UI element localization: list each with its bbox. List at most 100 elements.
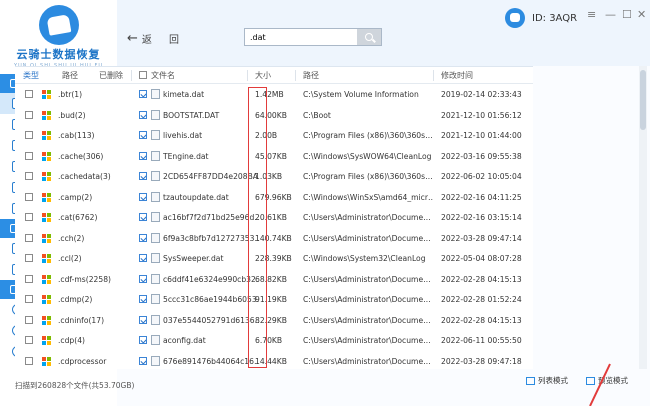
table-row[interactable]: .bud(2) BOOTSTAT.DAT 64.00KB C:\Boot 202…	[15, 105, 533, 126]
file-type-label: .ccl(2)	[58, 254, 82, 263]
scrollbar-thumb[interactable]	[640, 70, 646, 130]
file-type-label: .camp(2)	[58, 192, 93, 202]
minimize-icon[interactable]: —	[605, 8, 616, 21]
file-name: tzautoupdate.dat	[163, 192, 229, 202]
file-checkbox[interactable]	[139, 233, 147, 242]
file-type-icon	[42, 172, 51, 181]
file-type-label: .cab(113)	[58, 131, 95, 140]
type-checkbox[interactable]	[25, 233, 33, 242]
file-type-icon	[42, 151, 51, 161]
list-icon	[526, 376, 535, 385]
file-type-icon	[42, 90, 51, 99]
file-name: 2CD654FF87DD4e208BA…	[163, 172, 259, 181]
file-type-icon	[42, 356, 51, 366]
close-icon[interactable]: ✕	[637, 8, 646, 21]
user-id[interactable]: ID: 3AQR	[505, 8, 577, 28]
file-name: TEngine.dat	[163, 151, 209, 161]
file-checkbox[interactable]	[139, 336, 147, 344]
type-checkbox[interactable]	[25, 295, 33, 303]
modified-time: 2021-12-10 01:44:00	[441, 131, 522, 140]
file-path: C:\Users\Administrator\Docume…	[303, 356, 431, 366]
file-checkbox[interactable]	[139, 213, 147, 221]
menu-icon[interactable]: ≡	[587, 8, 596, 21]
file-checkbox[interactable]	[139, 295, 147, 303]
modified-time: 2021-12-10 01:56:12	[441, 110, 522, 120]
file-checkbox[interactable]	[139, 110, 147, 119]
file-icon	[151, 335, 160, 345]
type-checkbox[interactable]	[25, 110, 33, 119]
file-checkbox[interactable]	[139, 315, 147, 324]
table-row[interactable]: .cdprocessor 676e891476b44064c16… 14.44K…	[15, 351, 533, 370]
file-checkbox[interactable]	[139, 254, 147, 262]
type-checkbox[interactable]	[25, 131, 33, 139]
file-type-label: .bud(2)	[58, 110, 86, 120]
header-size[interactable]: 大小	[255, 70, 271, 81]
search-button[interactable]	[357, 29, 381, 45]
file-checkbox[interactable]	[139, 172, 147, 180]
scrollbar[interactable]	[639, 66, 647, 369]
table-row[interactable]: .camp(2) tzautoupdate.dat 679.96KB C:\Wi…	[15, 187, 533, 208]
file-path: C:\Windows\System32\CleanLog	[303, 254, 426, 263]
file-path: C:\System Volume Information	[303, 90, 419, 99]
file-checkbox[interactable]	[139, 274, 147, 283]
table-row[interactable]: .cdf-ms(2258) c6ddf41e6324e990cb32… 68.8…	[15, 269, 533, 290]
file-checkbox[interactable]	[139, 151, 147, 160]
header-modified-time[interactable]: 修改时间	[441, 70, 473, 81]
file-path: C:\Program Files (x86)\360\360s…	[303, 131, 433, 140]
type-checkbox[interactable]	[25, 192, 33, 201]
file-type-icon	[42, 254, 51, 263]
table-row[interactable]: .cache(306) TEngine.dat 45.07KB C:\Windo…	[15, 146, 533, 167]
header-filename[interactable]: 文件名	[151, 70, 175, 81]
file-checkbox[interactable]	[139, 356, 147, 365]
file-name: c6ddf41e6324e990cb32…	[163, 274, 259, 284]
header-deleted[interactable]: 已删除	[99, 70, 123, 81]
search-icon	[365, 33, 373, 41]
type-checkbox[interactable]	[25, 254, 33, 262]
table-row[interactable]: .cat(6762) ac16bf7f2d71bd25e96d… 20.61KB…	[15, 207, 533, 228]
table-row[interactable]: .ccl(2) SysSweeper.dat 228.39KB C:\Windo…	[15, 248, 533, 269]
modified-time: 2022-06-11 00:55:50	[441, 336, 522, 345]
file-checkbox[interactable]	[139, 90, 147, 98]
type-checkbox[interactable]	[25, 172, 33, 180]
file-icon	[151, 273, 160, 284]
file-icon	[151, 314, 160, 325]
table-row[interactable]: .cdninfo(17) 037e5544052791d6136… 82.29K…	[15, 310, 533, 331]
table-row[interactable]: .cab(113) livehis.dat 2.00B C:\Program F…	[15, 125, 533, 146]
back-button[interactable]: ← 返	[127, 31, 152, 46]
type-checkbox[interactable]	[25, 336, 33, 344]
type-checkbox[interactable]	[25, 315, 33, 324]
type-checkbox[interactable]	[25, 90, 33, 98]
search-input[interactable]	[245, 29, 357, 45]
list-mode-button[interactable]: 列表模式	[526, 375, 568, 386]
modified-time: 2022-03-28 09:47:18	[441, 356, 522, 366]
file-icon	[151, 150, 160, 161]
file-checkbox[interactable]	[139, 192, 147, 201]
modified-time: 2022-02-16 03:15:14	[441, 213, 522, 222]
file-icon	[151, 109, 160, 120]
file-type-icon	[42, 110, 51, 120]
file-icon	[151, 253, 160, 263]
file-checkbox[interactable]	[139, 131, 147, 139]
table-row[interactable]: .cachedata(3) 2CD654FF87DD4e208BA… 1.03K…	[15, 166, 533, 187]
table-row[interactable]: .cdmp(2) 5ccc31c86ae1944b6053… 91.19KB C…	[15, 289, 533, 310]
file-type-icon	[42, 274, 51, 284]
table-header: 类型 路径 已删除 文件名 大小 路径 修改时间	[15, 67, 533, 84]
type-checkbox[interactable]	[25, 274, 33, 283]
home-button[interactable]: 回	[169, 31, 179, 46]
type-checkbox[interactable]	[25, 213, 33, 221]
header-path[interactable]: 路径	[62, 70, 78, 81]
column-divider	[433, 70, 434, 81]
modified-time: 2022-02-28 04:15:13	[441, 315, 522, 325]
file-icon	[151, 232, 160, 243]
type-checkbox[interactable]	[25, 151, 33, 160]
select-all-checkbox[interactable]	[139, 71, 147, 79]
header-type[interactable]: 类型	[23, 70, 39, 81]
table-row[interactable]: .cch(2) 6f9a3c8bfb7d12727353… 140.74KB C…	[15, 228, 533, 249]
header-file-path[interactable]: 路径	[303, 70, 319, 81]
file-type-label: .cache(306)	[58, 151, 104, 161]
table-row[interactable]: .btr(1) kimeta.dat 1.42MB C:\System Volu…	[15, 84, 533, 105]
type-checkbox[interactable]	[25, 356, 33, 365]
maximize-icon[interactable]: ☐	[622, 8, 632, 21]
table-row[interactable]: .cdp(4) aconfig.dat 6.70KB C:\Users\Admi…	[15, 330, 533, 351]
file-path: C:\Users\Administrator\Docume…	[303, 295, 431, 304]
